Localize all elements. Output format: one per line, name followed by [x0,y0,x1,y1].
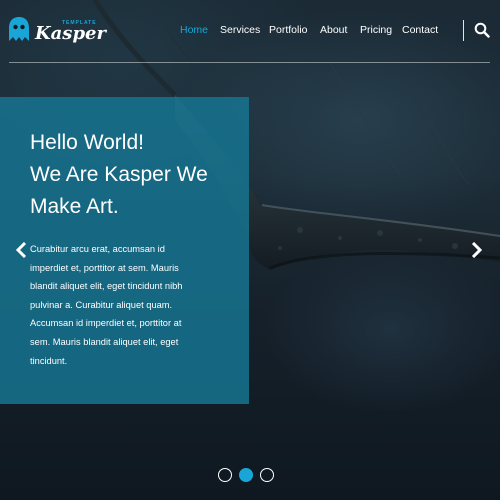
site-header: TEMPLATE Kasper Home Services Portfolio … [0,0,500,62]
nav-item-home[interactable]: Home [180,24,208,36]
nav-item-about[interactable]: About [320,24,347,36]
headline-line: Hello World! [30,131,144,154]
description-line: blandit aliquet elit, eget tincidunt nib… [30,281,183,292]
slider-pagination [218,468,278,484]
slider-dot[interactable] [260,468,274,482]
logo[interactable]: TEMPLATE Kasper [8,16,106,46]
description-line: Accumsan id imperdiet et, porttitor at [30,318,182,329]
header-divider [9,62,490,63]
search-icon[interactable] [474,22,490,38]
hero-description: Curabitur arcu erat, accumsan id imperdi… [30,240,220,370]
chevron-right-icon[interactable] [470,242,484,258]
description-line: Curabitur arcu erat, accumsan id [30,244,165,254]
headline-line: We Are Kasper We [30,163,208,186]
nav-item-portfolio[interactable]: Portfolio [269,24,308,36]
hero-headline: Hello World! We Are Kasper We Make Art. [30,127,240,223]
headline-line: Make Art. [30,195,119,218]
logo-wordmark: Kasper [35,23,106,44]
chevron-left-icon[interactable] [14,242,28,258]
nav-item-pricing[interactable]: Pricing [360,24,392,36]
hero-text-panel: Hello World! We Are Kasper We Make Art. … [0,97,249,404]
slider-dot-active[interactable] [239,468,253,482]
description-line: pulvinar a. Curabitur aliquet quam. [30,299,173,310]
description-line: sem. Mauris blandit aliquet elit, eget [30,336,179,347]
nav-divider [463,20,464,41]
ghost-icon [9,17,29,41]
nav-item-contact[interactable]: Contact [402,24,438,36]
nav-item-services[interactable]: Services [220,24,260,36]
description-line: tincidunt. [30,355,68,366]
description-line: imperdiet et, porttitor at sem. Mauris [30,262,179,273]
slider-dot[interactable] [218,468,232,482]
